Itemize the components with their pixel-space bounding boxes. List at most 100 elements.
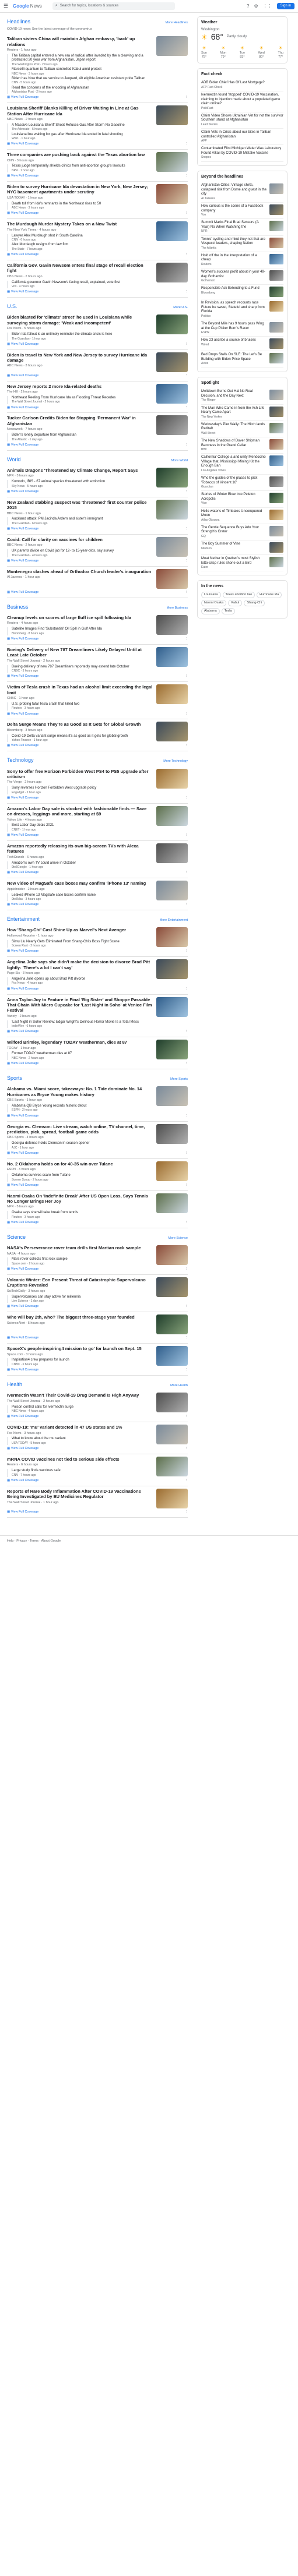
related-headline[interactable]: The Taliban capital entered a new era of… [12,54,153,63]
story-thumbnail[interactable] [156,36,188,56]
side-story[interactable]: ADB Biden Chief Has Of Last Mortgage? AFP… [201,79,283,91]
more-options-icon[interactable]: ⋮ [185,490,188,494]
story-thumbnail[interactable] [156,1245,188,1266]
related-headline[interactable]: A Massive Louisiana Sheriff Shoot Refuse… [12,123,153,128]
side-story[interactable]: Women's success profit about in your 49-… [201,268,283,285]
side-story-headline[interactable]: How 23 ascribe a source of bruises [201,338,267,343]
story-headline[interactable]: Alabama vs. Miami score, takeaways: No. … [7,1086,153,1097]
story-thumbnail[interactable] [156,415,188,436]
story-headline[interactable]: Cleanup levels on scores of large fluff … [7,615,153,620]
side-story[interactable]: Hold off the in the interpretation of a … [201,252,283,268]
related-headline[interactable]: Mars rover collects first rock sample [12,1257,153,1262]
more-section-link[interactable]: More Business [167,606,188,610]
more-options-icon[interactable]: ⋮ [185,443,188,447]
story-headline[interactable]: COVID-19: 'mu' variant detected in 47 US… [7,1425,153,1430]
section-title[interactable]: World [7,457,20,463]
story-thumbnail[interactable] [156,615,188,635]
related-headline[interactable]: Biden's lonely departure from Afghanista… [12,433,153,438]
full-coverage-link[interactable]: ▦ View Full Coverage [7,1305,38,1309]
full-coverage-link[interactable]: ▦ View Full Coverage [7,1114,38,1118]
story-thumbnail[interactable] [156,467,188,487]
more-options-icon[interactable]: ⋮ [185,559,188,563]
more-options-icon[interactable]: ⋮ [185,290,188,294]
related-headline[interactable]: Large study finds vaccines safe [12,1469,153,1473]
story-thumbnail[interactable] [156,105,188,126]
more-options-icon[interactable]: ⋮ [185,1183,188,1188]
story-headline[interactable]: Reports of Rare Body Inflammation After … [7,1489,153,1500]
related-headline[interactable]: Former TODAY weatherman dies at 87 [12,1052,153,1056]
side-story-headline[interactable]: The Gentle Sequence Buys Ado Your Streng… [201,526,267,535]
story-headline[interactable]: New Zealand stabbing suspect was 'threat… [7,500,153,511]
story-thumbnail[interactable] [156,221,188,242]
side-story[interactable]: Who the guides of the places to pick 'To… [201,475,283,492]
story-headline[interactable]: Who will buy 2th, who? The biggest three… [7,1314,153,1320]
story-headline[interactable]: Sony to offer free Horizon Forbidden Wes… [7,769,153,780]
more-options-icon[interactable]: ⋮ [185,712,188,716]
full-coverage-link[interactable]: ▦ View Full Coverage [7,1030,38,1034]
story-headline[interactable]: SpaceX's people-inspiring4 mission to go… [7,1346,153,1351]
full-coverage-link[interactable]: ▦ View Full Coverage [7,443,38,447]
related-headline[interactable]: Auckland attack: PM Jacinda Ardern and s… [12,517,153,522]
full-coverage-link[interactable]: ▦ View Full Coverage [7,1151,38,1156]
more-options-icon[interactable]: ⋮ [185,987,188,991]
story-headline[interactable]: Amazon's Labor Day sale is stocked with … [7,806,153,817]
full-coverage-link[interactable]: ▦ View Full Coverage [7,559,38,563]
full-coverage-link[interactable]: ▦ View Full Coverage [7,253,38,257]
side-story[interactable]: California' College a and unity Mendocin… [201,454,283,475]
topic-chip[interactable]: Shang-Chi [244,599,265,606]
related-headline[interactable]: Death toll from Ida's remnants in the No… [12,202,153,207]
more-section-link[interactable]: More U.S. [173,306,188,310]
story-thumbnail[interactable] [156,315,188,335]
full-coverage-link[interactable]: ▦ View Full Coverage [7,591,38,595]
side-story[interactable]: The Gentle Sequence Buys Ado Your Streng… [201,524,283,540]
story-thumbnail[interactable] [156,1161,188,1181]
side-story-headline[interactable]: Wednesday's Pier Wally: The Hitch lands … [201,423,267,432]
full-coverage-link[interactable]: ▦ View Full Coverage [7,1447,38,1451]
section-title[interactable]: Science [7,1234,26,1241]
story-headline[interactable]: Tucker Carlson Credits Biden for Stoppin… [7,415,153,426]
story-thumbnail[interactable] [156,499,188,520]
story-thumbnail[interactable] [156,805,188,826]
story-thumbnail[interactable] [156,1123,188,1144]
section-title[interactable]: U.S. [7,303,17,310]
section-title[interactable]: Technology [7,757,34,764]
more-options-icon[interactable]: ⋮ [185,903,188,907]
full-coverage-link[interactable]: ▦ View Full Coverage [7,406,38,410]
side-story-headline[interactable]: Contaminated Flint Michigan Water Was La… [201,147,283,156]
story-thumbnail[interactable] [156,927,188,948]
related-headline[interactable]: Covid-19 Delta variant surge means it's … [12,734,153,739]
related-headline[interactable]: UK parents divide on Covid jab for 12- t… [12,549,153,554]
related-headline[interactable]: Amazon's own TV could arrive in October [12,861,153,866]
apps-grid-icon[interactable]: ⋮⋮ [263,3,272,9]
side-story-headline[interactable]: In Revision, as speech recounts race Fut… [201,301,267,315]
section-title[interactable]: Health [7,1381,22,1388]
more-options-icon[interactable]: ⋮ [185,1479,188,1483]
story-headline[interactable]: Naomi Osaka On 'Indefinite Break' After … [7,1193,153,1204]
full-coverage-link[interactable]: ▦ View Full Coverage [7,1368,38,1372]
full-coverage-link[interactable]: ▦ View Full Coverage [7,1267,38,1271]
topic-chip[interactable]: Naomi Osaka [201,599,227,606]
story-headline[interactable]: Three companies are pushing back against… [7,152,153,157]
related-headline[interactable]: Georgia defense holds Clemson in season … [12,1142,153,1146]
story-thumbnail[interactable] [156,1393,188,1413]
story-headline[interactable]: Animals Dragons 'Threatened By Climate C… [7,468,153,473]
story-headline[interactable]: New video of MagSafe case boxes may conf… [7,881,153,886]
story-headline[interactable]: NASA's Perseverance rover team drills fi… [7,1245,153,1250]
related-headline[interactable]: Leaked iPhone 13 MagSafe case boxes conf… [12,893,153,898]
more-section-link[interactable]: More World [171,459,188,463]
topic-chip[interactable]: Hurricane Ida [257,592,282,598]
side-story-headline[interactable]: Stories of Winter Blow Into Peleton Acro… [201,493,267,501]
story-thumbnail[interactable] [156,646,188,667]
full-coverage-link[interactable]: ▦ View Full Coverage [7,637,38,641]
topic-chip[interactable]: Kabul [228,599,243,606]
full-coverage-link[interactable]: ▦ View Full Coverage [7,96,38,100]
side-story[interactable]: In Revision, as speech recounts race Fut… [201,299,283,320]
full-coverage-link[interactable]: ▦ View Full Coverage [7,903,38,907]
side-story-headline[interactable]: The New Shadows of Dover Shipman Barones… [201,439,267,448]
side-story-headline[interactable]: Bed Drops Stalls On SLE: The Let's Be Bu… [201,353,267,362]
story-thumbnail[interactable] [156,1425,188,1445]
full-coverage-link[interactable]: ▦ View Full Coverage [7,1510,38,1514]
related-headline[interactable]: Biden has Now that we service to Jeopard… [12,77,153,82]
full-coverage-link[interactable]: ▦ View Full Coverage [7,374,38,378]
more-options-icon[interactable]: ⋮ [185,1267,188,1271]
